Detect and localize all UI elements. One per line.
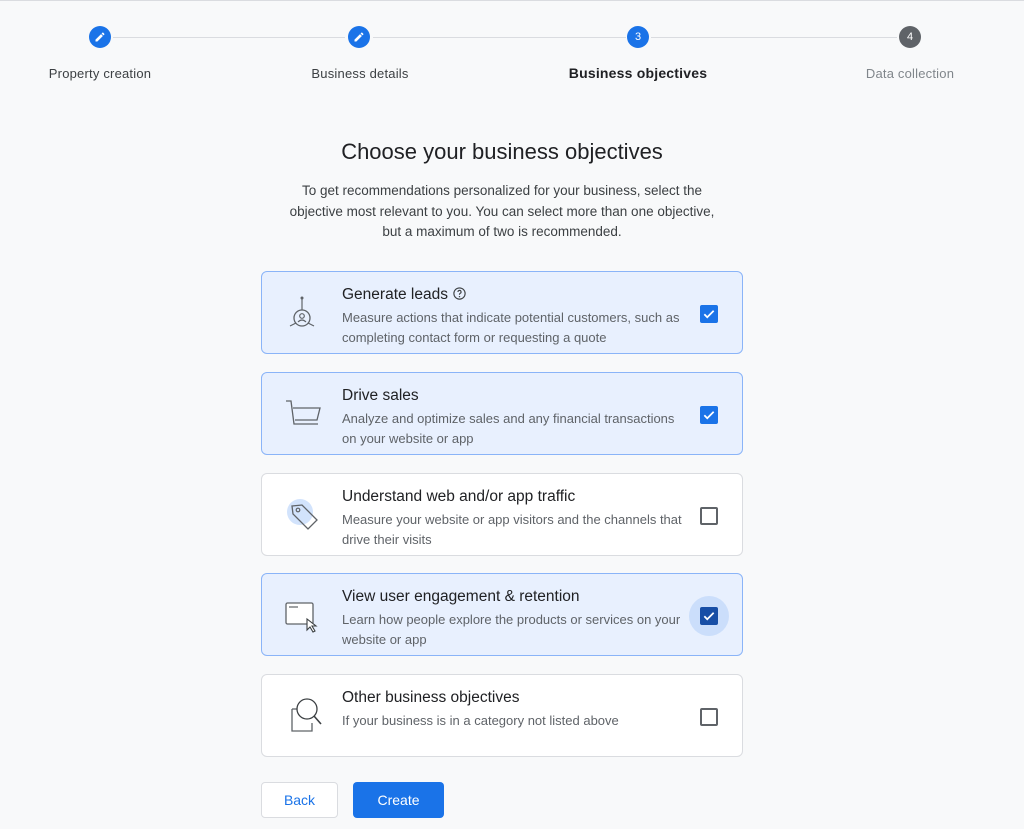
leads-target-icon xyxy=(289,296,315,327)
objective-title-text: Generate leads xyxy=(342,286,448,303)
create-button[interactable]: Create xyxy=(353,782,444,818)
step-connector xyxy=(373,37,626,38)
objective-description: Learn how people explore the products or… xyxy=(342,612,681,647)
checkmark-icon xyxy=(703,411,715,420)
objective-checkbox-other[interactable] xyxy=(700,708,718,726)
objective-checkbox-generate-leads[interactable] xyxy=(700,305,718,323)
step-3-number: 3 xyxy=(627,26,649,48)
step-label-property-creation[interactable]: Property creation xyxy=(49,66,151,81)
page-subtitle: To get recommendations personalized for … xyxy=(289,183,715,239)
objective-checkbox-drive-sales[interactable] xyxy=(700,406,718,424)
objective-checkbox-user-engagement[interactable] xyxy=(700,607,718,625)
magnifier-icon xyxy=(291,698,322,732)
edit-icon xyxy=(354,32,364,42)
objective-description: If your business is in a category not li… xyxy=(342,713,619,728)
progress-stepper: 3 4 Property creation Business details B… xyxy=(0,0,1024,100)
objective-title: Other business objectives xyxy=(342,689,520,706)
step-label-business-objectives: Business objectives xyxy=(568,65,708,81)
step-label-data-collection: Data collection xyxy=(865,66,955,81)
objective-description: Measure actions that indicate potential … xyxy=(342,310,680,345)
back-button[interactable]: Back xyxy=(261,782,338,818)
page-title: Choose your business objectives xyxy=(341,139,663,164)
checkmark-icon xyxy=(703,612,715,621)
objective-card-user-engagement[interactable]: View user engagement & retention Learn h… xyxy=(261,573,743,656)
browser-cursor-icon xyxy=(285,602,318,633)
objective-card-other[interactable]: Other business objectives If your busine… xyxy=(261,674,743,757)
step-2-edit-button[interactable] xyxy=(348,26,370,48)
edit-icon xyxy=(95,32,105,42)
step-label-business-details[interactable]: Business details xyxy=(311,66,408,81)
shopping-cart-icon xyxy=(286,400,321,425)
objective-title: Understand web and/or app traffic xyxy=(342,488,576,505)
checkmark-icon xyxy=(703,310,715,319)
help-circle-icon[interactable] xyxy=(452,286,467,301)
step-connector xyxy=(651,37,897,38)
objective-title: View user engagement & retention xyxy=(342,588,580,605)
objective-title: Drive sales xyxy=(342,387,419,404)
step-4-number: 4 xyxy=(899,26,921,48)
objective-description: Analyze and optimize sales and any finan… xyxy=(342,411,675,446)
objective-title: Generate leads xyxy=(342,286,467,304)
objective-card-understand-traffic[interactable]: Understand web and/or app traffic Measur… xyxy=(261,473,743,556)
objective-card-generate-leads[interactable]: Generate leads Measure actions that indi… xyxy=(261,271,743,354)
objective-card-drive-sales[interactable]: Drive sales Analyze and optimize sales a… xyxy=(261,372,743,455)
step-connector xyxy=(113,37,345,38)
step-1-edit-button[interactable] xyxy=(89,26,111,48)
objective-checkbox-understand-traffic[interactable] xyxy=(700,507,718,525)
objective-description: Measure your website or app visitors and… xyxy=(342,512,682,547)
tag-icon xyxy=(287,499,318,530)
